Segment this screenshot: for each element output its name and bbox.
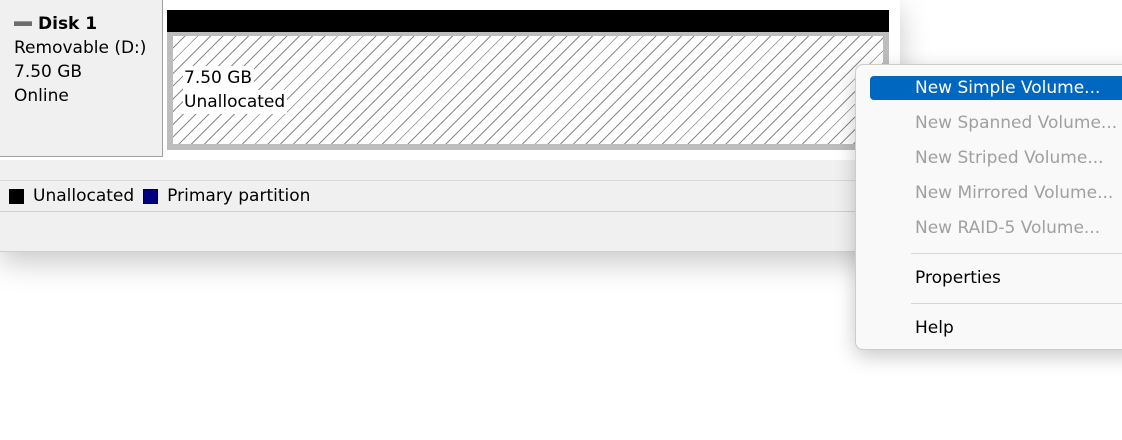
- legend-item-primary: Primary partition: [134, 186, 310, 206]
- partition-hatch-area[interactable]: 7.50 GB Unallocated: [167, 32, 889, 150]
- menu-separator: [911, 253, 1122, 254]
- legend-label-primary: Primary partition: [167, 186, 311, 206]
- menu-item-new-spanned-volume[interactable]: New Spanned Volume...: [870, 111, 1122, 135]
- unallocated-swatch-icon: [9, 188, 24, 204]
- menu-item-new-mirrored-volume[interactable]: New Mirrored Volume...: [870, 181, 1122, 205]
- disk-management-panel: Disk 1 Removable (D:) 7.50 GB Online 7.5…: [0, 0, 900, 252]
- partition-size: 7.50 GB: [183, 66, 255, 90]
- legend-item-unallocated: Unallocated: [0, 186, 134, 206]
- menu-item-new-raid5-volume[interactable]: New RAID-5 Volume...: [870, 216, 1122, 240]
- menu-separator: [911, 303, 1122, 304]
- disk-row: Disk 1 Removable (D:) 7.50 GB Online 7.5…: [0, 0, 900, 160]
- partition-info: 7.50 GB Unallocated: [183, 66, 288, 114]
- legend-label-unallocated: Unallocated: [33, 186, 135, 206]
- partition-label: Unallocated: [183, 90, 288, 114]
- disk-status: Online: [14, 86, 69, 106]
- menu-item-properties[interactable]: Properties: [870, 266, 1122, 290]
- menu-item-new-striped-volume[interactable]: New Striped Volume...: [870, 146, 1122, 170]
- partition-color-bar: [167, 10, 889, 32]
- disk-info-label[interactable]: Disk 1 Removable (D:) 7.50 GB Online: [0, 0, 163, 157]
- legend-bar: Unallocated Primary partition: [0, 180, 900, 212]
- unallocated-partition[interactable]: 7.50 GB Unallocated: [167, 10, 889, 150]
- disk-name: Disk 1: [38, 14, 98, 34]
- disk-size: 7.50 GB: [14, 62, 83, 82]
- disk-drive-icon: [14, 20, 32, 26]
- context-menu: New Simple Volume... New Spanned Volume.…: [855, 64, 1122, 350]
- disk-type: Removable (D:): [14, 38, 147, 58]
- primary-partition-swatch-icon: [143, 188, 159, 204]
- disk-title: Disk 1: [14, 12, 162, 36]
- menu-item-help[interactable]: Help: [870, 316, 1122, 340]
- menu-item-new-simple-volume[interactable]: New Simple Volume...: [870, 76, 1122, 100]
